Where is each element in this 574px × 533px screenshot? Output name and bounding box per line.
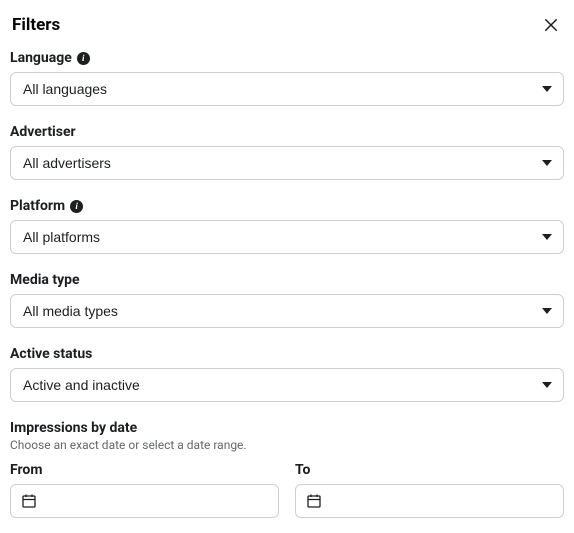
active-status-select-wrap: Active and inactive [10, 368, 564, 402]
to-label: To [295, 462, 564, 478]
advertiser-section: Advertiser All advertisers [10, 124, 564, 180]
dialog-title: Filters [12, 15, 60, 35]
info-icon[interactable]: i [70, 200, 83, 213]
media-type-select[interactable]: All media types [10, 294, 564, 328]
active-status-label: Active status [10, 346, 92, 362]
platform-section: Platform i All platforms [10, 198, 564, 254]
media-type-label: Media type [10, 272, 80, 288]
media-type-select-wrap: All media types [10, 294, 564, 328]
media-type-section: Media type All media types [10, 272, 564, 328]
language-label-row: Language i [10, 50, 564, 66]
active-status-label-row: Active status [10, 346, 564, 362]
media-type-label-row: Media type [10, 272, 564, 288]
info-icon[interactable]: i [77, 52, 90, 65]
active-status-select[interactable]: Active and inactive [10, 368, 564, 402]
language-select[interactable]: All languages [10, 72, 564, 106]
platform-label-row: Platform i [10, 198, 564, 214]
impressions-description: Choose an exact date or select a date ra… [10, 438, 564, 452]
from-column: From [10, 462, 279, 518]
from-label: From [10, 462, 279, 478]
active-status-section: Active status Active and inactive [10, 346, 564, 402]
language-label: Language [10, 50, 72, 66]
date-range-row: From To [10, 462, 564, 518]
calendar-icon [21, 493, 37, 509]
close-icon [542, 16, 560, 34]
filters-content: Language i All languages Advertiser All … [0, 44, 574, 518]
to-date-input[interactable] [295, 484, 564, 518]
language-section: Language i All languages [10, 50, 564, 106]
calendar-icon [306, 493, 322, 509]
from-date-input[interactable] [10, 484, 279, 518]
to-column: To [295, 462, 564, 518]
close-button[interactable] [540, 14, 562, 36]
advertiser-label-row: Advertiser [10, 124, 564, 140]
advertiser-label: Advertiser [10, 124, 76, 140]
language-select-wrap: All languages [10, 72, 564, 106]
platform-select[interactable]: All platforms [10, 220, 564, 254]
advertiser-select-wrap: All advertisers [10, 146, 564, 180]
platform-select-wrap: All platforms [10, 220, 564, 254]
platform-label: Platform [10, 198, 65, 214]
impressions-section: Impressions by date Choose an exact date… [10, 420, 564, 518]
dialog-header: Filters [0, 14, 574, 44]
advertiser-select[interactable]: All advertisers [10, 146, 564, 180]
impressions-label: Impressions by date [10, 420, 564, 436]
